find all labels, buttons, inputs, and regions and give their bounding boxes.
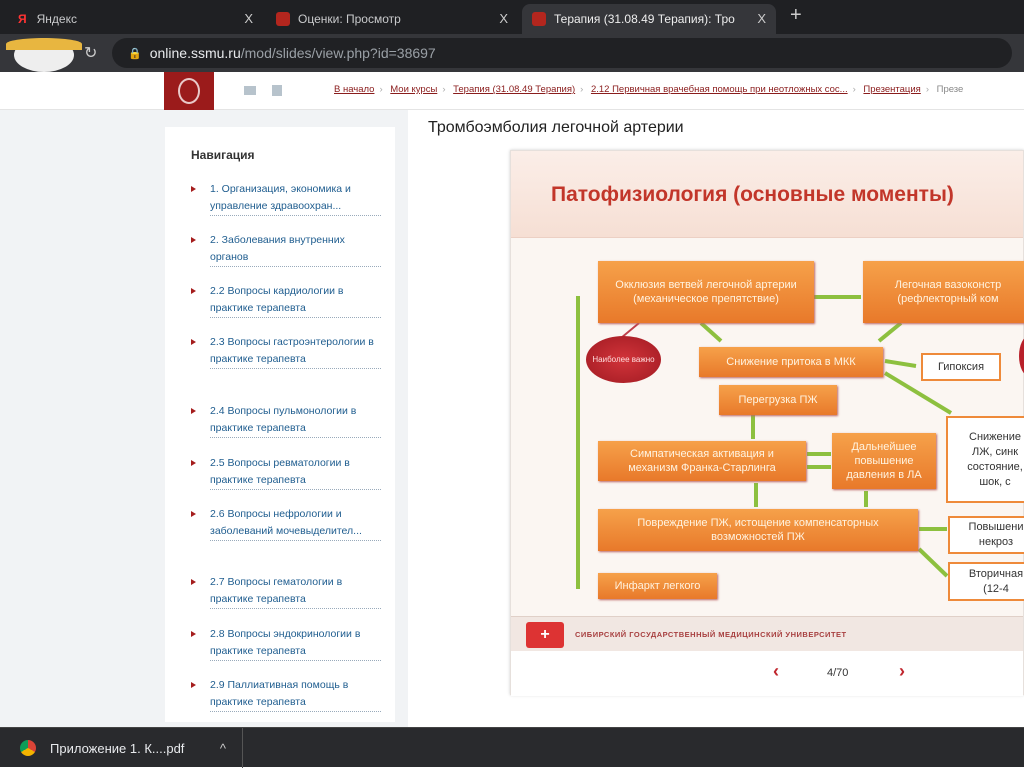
increase-necrosis-box: Повышени некроз (948, 516, 1024, 554)
nav-item[interactable]: 2.9 Паллиативная помощь в практике терап… (191, 677, 381, 712)
rv-overload-box: Перегрузка ПЖ (719, 385, 837, 415)
address-bar-row: ↻ 🔒 online.ssmu.ru/mod/slides/view.php?id… (0, 34, 1024, 72)
navigation-block: Навигация 1. Организация, экономика и уп… (165, 127, 395, 722)
tab-yandex[interactable]: Я Яндекс X (8, 4, 263, 34)
tab-label: Оценки: Просмотр (298, 12, 401, 26)
download-filename: Приложение 1. К....pdf (50, 740, 185, 756)
breadcrumb-my-courses[interactable]: Мои курсы (390, 84, 437, 95)
arrow (917, 547, 949, 578)
page-counter: 4/70 (827, 667, 849, 679)
close-tab-icon[interactable]: X (244, 11, 253, 26)
breadcrumb-current: Презе (936, 84, 964, 95)
mail-icon[interactable] (244, 86, 256, 95)
url-path: /mod/slides/view.php?id=38697 (240, 45, 436, 61)
secondary-box: Вторичная (12-4 (948, 562, 1024, 601)
university-name: СИБИРСКИЙ ГОСУДАРСТВЕННЫЙ МЕДИЦИНСКИЙ УН… (575, 630, 847, 639)
tab-grades[interactable]: Оценки: Просмотр X (266, 4, 518, 34)
download-item[interactable]: Приложение 1. К....pdf ^ (0, 728, 243, 768)
nav-item[interactable]: 2.6 Вопросы нефрологии и заболеваний моч… (191, 506, 381, 541)
breadcrumb: В начало › Мои курсы › Терапия (31.08.49 Т… (334, 84, 964, 95)
most-important-badge: Наиболее важно (586, 336, 661, 383)
yandex-icon: Я (18, 12, 27, 26)
breadcrumb-section[interactable]: 2.12 Первичная врачебная помощь при неот… (591, 84, 848, 95)
tab-label: Терапия (31.08.49 Терапия): Тро (554, 12, 735, 26)
ssmu-favicon (532, 12, 546, 26)
tab-label: Яндекс (36, 12, 77, 26)
url-input[interactable]: 🔒 online.ssmu.ru/mod/slides/view.php?id=3… (112, 38, 1012, 68)
lv-reduction-box: Снижение ЛЖ, синк состояние, шок, с (946, 416, 1024, 503)
close-tab-icon[interactable]: X (757, 11, 766, 26)
lung-infarction-box: Инфаркт легкого (598, 573, 717, 599)
tab-therapy[interactable]: Терапия (31.08.49 Терапия): Тро X (522, 4, 776, 34)
download-shelf: Приложение 1. К....pdf ^ (0, 727, 1024, 768)
reload-icon[interactable]: ↻ (84, 43, 97, 63)
slide-pager: ‹ 4/70 › (511, 651, 1023, 696)
nav-item[interactable]: 2.5 Вопросы ревматологии в практике тера… (191, 455, 381, 490)
arrow (884, 359, 917, 368)
tab-strip: Я Яндекс X Оценки: Просмотр X Терапия (31.0… (0, 0, 1024, 34)
vasoconstriction-box: Легочная вазоконстр (рефлекторный ком (863, 261, 1024, 323)
chrome-icon (20, 740, 36, 756)
reduced-inflow-box: Снижение притока в МКК (699, 347, 883, 377)
skull-avatar-icon (6, 38, 82, 72)
nav-item[interactable]: 2.3 Вопросы гастроэнтерологии в практике… (191, 334, 381, 369)
nav-item[interactable]: 2.4 Вопросы пульмонологии в практике тер… (191, 403, 381, 438)
slide-footer: + СИБИРСКИЙ ГОСУДАРСТВЕННЫЙ МЕДИЦИНСКИЙ … (511, 616, 1023, 651)
university-logo[interactable] (164, 72, 214, 110)
nav-item[interactable]: 2.8 Вопросы эндокринологии в практике те… (191, 626, 381, 661)
close-tab-icon[interactable]: X (499, 11, 508, 26)
page-title: Тромбоэмболия легочной артерии (428, 119, 684, 136)
calendar-icon[interactable] (272, 85, 282, 96)
nav-item[interactable]: 2.2 Вопросы кардиологии в практике терап… (191, 283, 381, 318)
slide: Патофизиология (основные моменты) Окклюз… (510, 150, 1024, 696)
medical-kit-icon: + (526, 622, 564, 648)
prev-slide-button[interactable]: ‹ (773, 661, 779, 682)
new-tab-button[interactable]: + (790, 4, 802, 27)
breadcrumb-presentation[interactable]: Презентация (863, 84, 920, 95)
breadcrumb-home[interactable]: В начало (334, 84, 374, 95)
hypoxia-box: Гипоксия (921, 353, 1001, 381)
site-header: В начало › Мои курсы › Терапия (31.08.49 Т… (0, 72, 1024, 110)
ssmu-favicon (276, 12, 290, 26)
nav-item[interactable]: 1. Организация, экономика и управление з… (191, 181, 381, 216)
sympathetic-box: Симпатическая активация и механизм Франк… (598, 441, 806, 481)
url-host: online.ssmu.ru (149, 45, 241, 61)
further-pressure-box: Дальнейшее повышение давления в ЛА (832, 433, 936, 489)
nav-item[interactable]: 2.7 Вопросы гематологии в практике терап… (191, 574, 381, 609)
rv-damage-box: Повреждение ПЖ, истощение компенсаторных… (598, 509, 918, 551)
arrow (699, 321, 723, 343)
lock-icon: 🔒 (128, 47, 142, 60)
breadcrumb-course[interactable]: Терапия (31.08.49 Терапия) (453, 84, 575, 95)
next-slide-button[interactable]: › (899, 661, 905, 682)
nav-title: Навигация (191, 148, 255, 162)
nav-item[interactable]: 2. Заболевания внутренних органов (191, 232, 381, 267)
occlusion-box: Окклюзия ветвей легочной артерии (механи… (598, 261, 814, 323)
arrow (877, 321, 903, 343)
chevron-up-icon[interactable]: ^ (220, 741, 226, 756)
